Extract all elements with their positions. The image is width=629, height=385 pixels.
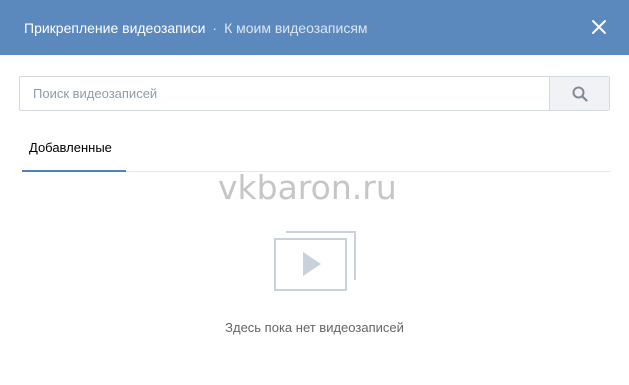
search-icon bbox=[572, 86, 588, 102]
search-button[interactable] bbox=[549, 77, 609, 110]
search-box bbox=[19, 76, 610, 111]
search-input[interactable] bbox=[20, 77, 549, 110]
dialog-header: Прикрепление видеозаписи · К моим видеоз… bbox=[0, 0, 629, 55]
close-button[interactable] bbox=[591, 19, 607, 35]
attach-video-dialog: Прикрепление видеозаписи · К моим видеоз… bbox=[0, 0, 629, 385]
title-separator: · bbox=[212, 19, 218, 36]
video-stack-icon bbox=[274, 228, 358, 292]
tabs-bar: Добавленные bbox=[22, 127, 610, 172]
my-videos-link[interactable]: К моим видеозаписям bbox=[224, 20, 367, 36]
close-icon bbox=[592, 20, 606, 34]
tab-added-label: Добавленные bbox=[29, 140, 112, 155]
dialog-title: Прикрепление видеозаписи bbox=[24, 19, 206, 36]
tab-added[interactable]: Добавленные bbox=[22, 127, 126, 172]
empty-state-message: Здесь пока нет видеозаписей bbox=[225, 320, 404, 335]
watermark: vkbaron.ru bbox=[218, 168, 397, 207]
